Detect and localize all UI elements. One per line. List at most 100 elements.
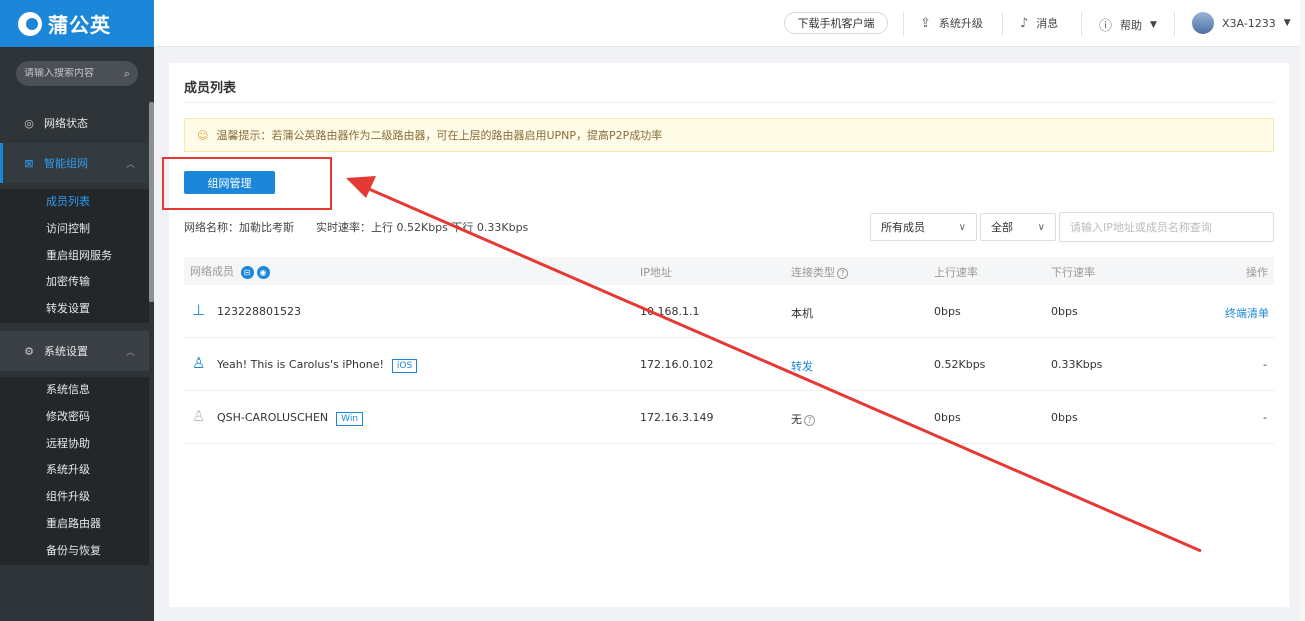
avatar xyxy=(1192,12,1214,34)
member-name-cell: Yeah! This is Carolus's iPhone! iOS xyxy=(217,358,418,373)
operation: - xyxy=(1263,358,1267,371)
download-speed: 0.33Kbps xyxy=(1051,358,1103,371)
upload-speed: 0bps xyxy=(934,411,961,424)
sidebar-item-restart-router[interactable]: 重启路由器 xyxy=(0,511,149,538)
caret-down-icon: ▼ xyxy=(1283,18,1291,28)
col-upload: 上行速率 xyxy=(934,266,978,279)
logo-text: 蒲公英 xyxy=(48,13,111,37)
sidebar-item-restart-service[interactable]: 重启组网服务 xyxy=(0,243,149,270)
sidebar-item-access-control[interactable]: 访问控制 xyxy=(0,216,149,243)
smile-icon: ☺ xyxy=(197,128,209,142)
annotation-highlight-box xyxy=(162,157,332,210)
connection-type-cell: 无? xyxy=(791,411,815,427)
window-edge xyxy=(1300,0,1305,621)
divider xyxy=(184,102,1274,103)
question-icon[interactable]: ? xyxy=(804,414,815,426)
sidebar-item-encryption[interactable]: 加密传输 xyxy=(0,269,149,296)
sidebar-item-component-upgrade[interactable]: 组件升级 xyxy=(0,484,149,511)
sidebar-item-forwarding[interactable]: 转发设置 xyxy=(0,296,149,323)
divider xyxy=(1174,12,1175,36)
type-filter-value: 全部 xyxy=(991,221,1013,234)
member-name: Yeah! This is Carolus's iPhone! xyxy=(217,358,384,371)
sidebar-item-change-password[interactable]: 修改密码 xyxy=(0,404,149,431)
realtime-speed: 实时速率：上行 0.52Kbps 下行 0.33Kbps xyxy=(316,221,529,234)
messages-label: 消息 xyxy=(1036,17,1059,30)
os-tag: Win xyxy=(336,412,364,426)
connection-type-link[interactable]: 转发 xyxy=(791,358,813,374)
col-connection-label: 连接类型 xyxy=(791,266,835,279)
network-name: 网络名称：加勒比考斯 xyxy=(184,221,294,234)
rocket-icon: ⇪ xyxy=(920,15,931,31)
connection-type: 无 xyxy=(791,413,802,426)
help-menu[interactable]: ⓘ 帮助 ▼ xyxy=(1099,15,1157,35)
connection-type: 本机 xyxy=(791,307,813,320)
sidebar-item-system-info[interactable]: 系统信息 xyxy=(0,377,149,404)
sidebar: 蒲公英 ⌕ ◎ 网络状态 ⊠ 智能组网 ︿ 成员列表 访问控制 重启组网服务 加… xyxy=(0,0,154,621)
topbar: 下载手机客户端 ⇪ 系统升级 ♪ 消息 ⓘ 帮助 ▼ X3A-1233 ▼ xyxy=(154,0,1305,47)
member-ip: 172.16.3.149 xyxy=(640,411,714,424)
member-ip: 10.168.1.1 xyxy=(640,305,700,318)
messages-link[interactable]: ♪ 消息 xyxy=(1020,15,1058,31)
gear-icon: ⚙ xyxy=(24,344,34,358)
col-ip: IP地址 xyxy=(640,266,672,279)
sidebar-scrollbar[interactable] xyxy=(149,102,154,302)
member-filter-value: 所有成员 xyxy=(881,221,925,234)
user-icon: ♙ xyxy=(192,407,206,425)
device-type-icon[interactable]: ⊟ xyxy=(240,265,254,279)
col-member: 网络成员 ⊟ ◉ xyxy=(190,263,270,279)
sidebar-item-system-settings[interactable]: ⚙ 系统设置 ︿ xyxy=(0,331,149,371)
sidebar-item-smart-network[interactable]: ⊠ 智能组网 ︿ xyxy=(0,143,149,183)
bell-icon: ♪ xyxy=(1020,15,1029,31)
sidebar-item-system-upgrade[interactable]: 系统升级 xyxy=(0,457,149,484)
upload-speed: 0bps xyxy=(934,305,961,318)
user-type-icon[interactable]: ◉ xyxy=(256,265,270,279)
table-row: ♙ QSH-CAROLUSCHEN Win 172.16.3.149 无? 0bp… xyxy=(184,391,1274,444)
type-filter-select[interactable]: 全部 ∨ xyxy=(980,213,1056,241)
router-icon: ⊥ xyxy=(192,301,206,319)
member-filter-select[interactable]: 所有成员 ∨ xyxy=(870,213,977,241)
divider xyxy=(1002,12,1003,36)
member-name: 123228801523 xyxy=(217,305,301,318)
terminal-list-link[interactable]: 终端清单 xyxy=(1225,305,1269,321)
system-upgrade-link[interactable]: ⇪ 系统升级 xyxy=(920,15,983,31)
dandelion-logo-icon xyxy=(18,11,42,36)
member-name: QSH-CAROLUSCHEN xyxy=(217,411,329,424)
question-icon[interactable]: ? xyxy=(837,267,848,279)
device-name: X3A-1233 xyxy=(1222,16,1276,30)
network-icon: ⊠ xyxy=(24,156,34,170)
table-row: ⊥ 123228801523 10.168.1.1 本机 0bps 0bps 终… xyxy=(184,285,1274,338)
chevron-up-icon: ︿ xyxy=(125,159,135,170)
page-title: 成员列表 xyxy=(184,81,237,96)
search-icon[interactable]: ⌕ xyxy=(124,67,130,81)
help-icon: ⓘ xyxy=(1099,19,1113,34)
sidebar-item-member-list[interactable]: 成员列表 xyxy=(0,189,149,216)
sidebar-item-backup-restore[interactable]: 备份与恢复 xyxy=(0,538,149,565)
sidebar-item-remote-assist[interactable]: 远程协助 xyxy=(0,431,149,458)
col-operation: 操作 xyxy=(1246,266,1268,279)
chevron-down-icon: ∨ xyxy=(1037,221,1045,233)
table-header: 网络成员 ⊟ ◉ IP地址 连接类型? 上行速率 下行速率 操作 xyxy=(184,257,1274,285)
member-name-cell: QSH-CAROLUSCHEN Win xyxy=(217,411,364,426)
col-member-label: 网络成员 xyxy=(190,265,234,278)
device-menu[interactable]: X3A-1233 ▼ xyxy=(1192,12,1291,34)
table-row: ♙ Yeah! This is Carolus's iPhone! iOS 172… xyxy=(184,338,1274,391)
chevron-down-icon: ∨ xyxy=(958,221,966,233)
caret-down-icon: ▼ xyxy=(1150,19,1157,30)
sidebar-item-label: 智能组网 xyxy=(44,157,88,170)
tip-text: 温馨提示：若蒲公英路由器作为二级路由器，可在上层的路由器启用UPNP，提高P2P… xyxy=(216,129,663,142)
download-speed: 0bps xyxy=(1051,411,1078,424)
globe-icon: ◎ xyxy=(24,116,34,130)
operation: - xyxy=(1263,411,1267,424)
sidebar-search: ⌕ xyxy=(16,61,138,86)
sidebar-item-network-status[interactable]: ◎ 网络状态 xyxy=(0,110,149,136)
help-label: 帮助 xyxy=(1120,18,1143,32)
download-client-button[interactable]: 下载手机客户端 xyxy=(784,12,888,34)
system-settings-submenu: 系统信息 修改密码 远程协助 系统升级 组件升级 重启路由器 备份与恢复 xyxy=(0,377,149,565)
sidebar-search-input[interactable] xyxy=(24,68,114,79)
divider xyxy=(1081,12,1082,36)
download-speed: 0bps xyxy=(1051,305,1078,318)
member-ip: 172.16.0.102 xyxy=(640,358,714,371)
member-search-input[interactable] xyxy=(1070,213,1263,241)
logo[interactable]: 蒲公英 xyxy=(0,0,154,47)
upload-speed: 0.52Kbps xyxy=(934,358,986,371)
